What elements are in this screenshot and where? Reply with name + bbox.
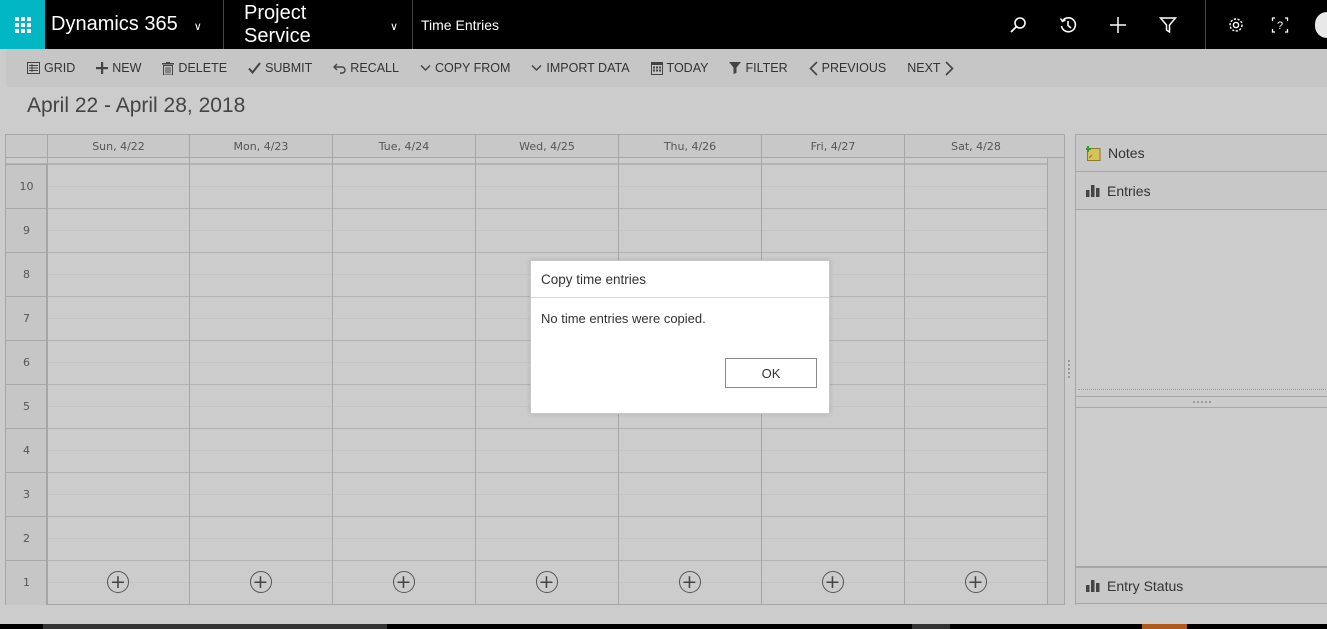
taskbar-strip [0, 624, 1327, 629]
chevron-down-icon: ∨ [193, 21, 202, 33]
help-icon: ? [1271, 16, 1289, 33]
taskbar-item-active[interactable] [1142, 624, 1187, 629]
copy-time-entries-dialog: Copy time entries No time entries were c… [530, 260, 830, 414]
app-launcher-button[interactable] [0, 0, 45, 49]
quick-create-plus-icon [1110, 16, 1126, 33]
dialog-title: Copy time entries [531, 261, 829, 298]
advanced-find-button[interactable] [1143, 0, 1193, 49]
waffle-icon [14, 16, 31, 33]
top-actions: ? [993, 0, 1327, 49]
divider [1205, 0, 1206, 49]
app-window: Dynamics 365 ∨ Project Service ∨ Time En… [0, 0, 1327, 629]
settings-button[interactable] [1217, 0, 1255, 49]
area-label: Time Entries [421, 16, 500, 33]
help-button[interactable]: ? [1255, 0, 1305, 49]
advanced-find-filter-icon [1159, 16, 1177, 33]
chevron-down-icon: ∨ [389, 21, 398, 33]
dialog-message: No time entries were copied. [541, 311, 706, 326]
app-name-label: Project Service [244, 1, 311, 47]
brand-label: Dynamics 365 [51, 13, 178, 35]
settings-gear-icon [1229, 17, 1243, 32]
search-button[interactable] [993, 0, 1043, 49]
recent-history-icon [1059, 16, 1077, 33]
search-icon [1010, 16, 1026, 33]
svg-text:?: ? [1277, 20, 1283, 32]
taskbar-item[interactable] [912, 624, 950, 629]
ok-button[interactable]: OK [725, 358, 817, 388]
user-avatar[interactable] [1315, 11, 1327, 38]
top-nav-bar: Dynamics 365 ∨ Project Service ∨ Time En… [0, 0, 1327, 49]
app-switcher[interactable]: Project Service ∨ [224, 0, 413, 49]
area-breadcrumb[interactable]: Time Entries [413, 0, 993, 49]
taskbar-item[interactable] [43, 624, 387, 629]
quick-create-button[interactable] [1093, 0, 1143, 49]
brand-menu[interactable]: Dynamics 365 ∨ [45, 0, 224, 49]
recent-button[interactable] [1043, 0, 1093, 49]
